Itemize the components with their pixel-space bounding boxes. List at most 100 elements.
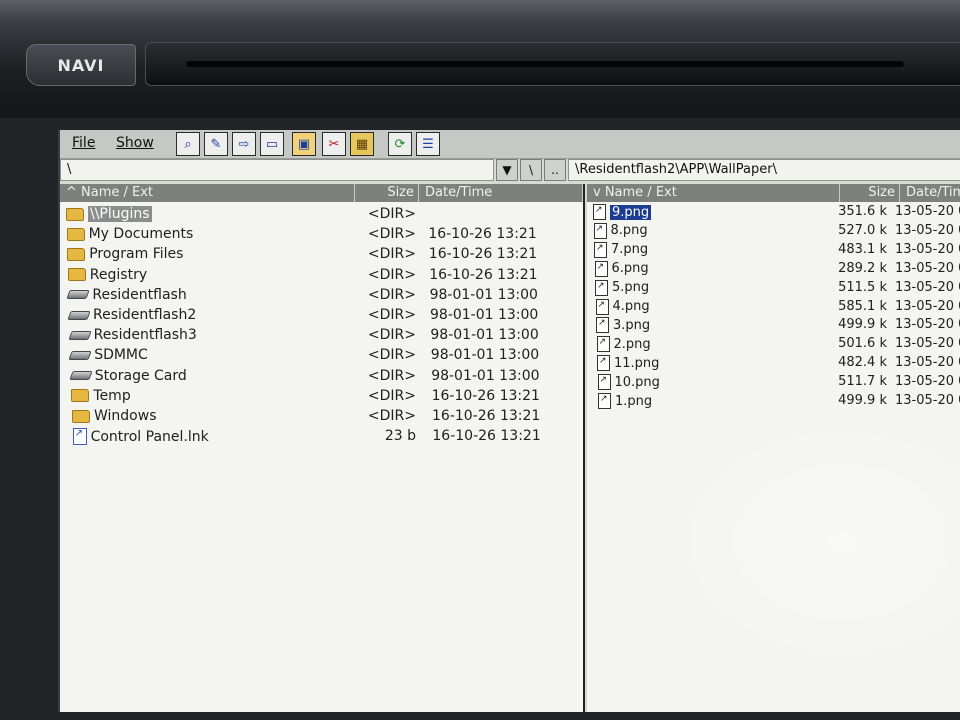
file-name: Program Files: [89, 246, 184, 263]
table-row[interactable]: \\Plugins <DIR>: [60, 206, 583, 225]
up-button[interactable]: ..: [544, 159, 566, 181]
table-row[interactable]: SDMMC <DIR> 98-01-01 13:00: [60, 347, 583, 366]
file-name-cell: Residentflash: [66, 287, 187, 303]
drive-icon: [67, 330, 92, 340]
file-size: <DIR>: [367, 347, 416, 364]
folder-icon: [72, 409, 90, 423]
left-path-field[interactable]: \: [60, 159, 494, 181]
file-date: 13-05-20 00: [895, 241, 960, 257]
root-button[interactable]: \: [520, 159, 542, 181]
file-date: 13-05-20 00: [895, 298, 960, 314]
file-name: 10.png: [614, 374, 660, 390]
file-size: <DIR>: [367, 367, 416, 384]
file-date: 16-10-26 13:21: [428, 226, 537, 243]
table-row[interactable]: 9.png 351.6 k 13-05-20 00: [587, 204, 960, 223]
file-name: My Documents: [88, 226, 194, 243]
file-date: 13-05-20 00: [895, 393, 960, 408]
file-size: <DIR>: [367, 327, 416, 344]
file-date: 13-05-20 00: [895, 374, 960, 390]
file-size: 511.5 k: [838, 279, 887, 295]
file-name-cell: My Documents: [66, 226, 194, 243]
folder-icon: [71, 389, 90, 403]
file-name: 2.png: [613, 336, 651, 352]
drive-icon: [68, 350, 92, 360]
menu-show[interactable]: Show: [116, 135, 154, 151]
image-file-icon: [596, 317, 609, 334]
table-row[interactable]: Residentflash3 <DIR> 98-01-01 13:00: [60, 327, 583, 346]
left-header-name[interactable]: ^ Name / Ext: [60, 184, 355, 202]
table-row[interactable]: Storage Card <DIR> 98-01-01 13:00: [60, 368, 583, 387]
table-row[interactable]: 4.png 585.1 k 13-05-20 00: [587, 298, 960, 318]
image-file-icon: [597, 355, 610, 372]
left-header-size[interactable]: Size: [355, 184, 419, 202]
right-header-name[interactable]: v Name / Ext: [587, 184, 840, 202]
table-row[interactable]: Registry <DIR> 16-10-26 13:21: [60, 267, 583, 286]
table-row[interactable]: Residentflash2 <DIR> 98-01-01 13:00: [60, 307, 583, 326]
right-path-field[interactable]: \Residentflash2\APP\WallPaper\: [568, 159, 960, 181]
folder-icon: [66, 227, 85, 241]
folder-icon: [67, 247, 86, 261]
table-row[interactable]: 7.png 483.1 k 13-05-20 00: [587, 241, 960, 261]
file-size: 23 b: [384, 428, 416, 445]
menu-file[interactable]: File: [72, 135, 95, 151]
navi-hardware-button[interactable]: NAVI: [26, 44, 136, 86]
table-row[interactable]: 1.png 499.9 k 13-05-20 00: [587, 393, 960, 412]
file-date: 16-10-26 13:21: [432, 408, 541, 424]
table-row[interactable]: Program Files <DIR> 16-10-26 13:21: [60, 246, 583, 265]
table-row[interactable]: My Documents <DIR> 16-10-26 13:21: [60, 226, 583, 245]
left-header-date[interactable]: Date/Time: [419, 184, 583, 202]
file-name: 6.png: [611, 261, 649, 277]
file-name-cell: Control Panel.lnk: [72, 428, 209, 446]
right-file-panel[interactable]: v Name / Ext Size Date/Time 9.png 351.6 k…: [587, 184, 960, 712]
refresh-icon[interactable]: ⟳: [388, 132, 412, 156]
table-row[interactable]: 8.png 527.0 k 13-05-20 00: [587, 222, 960, 242]
right-header-size[interactable]: Size: [840, 184, 900, 202]
file-size: 499.9 k: [838, 393, 887, 408]
file-name-cell: Program Files: [67, 246, 183, 262]
properties-icon[interactable]: ☰: [416, 132, 440, 156]
file-name: \\Plugins: [88, 206, 152, 222]
edit-icon[interactable]: ✎: [204, 132, 228, 156]
table-row[interactable]: Control Panel.lnk 23 b 16-10-26 13:21: [60, 428, 583, 447]
file-size: 351.6 k: [838, 204, 887, 219]
table-row[interactable]: 11.png 482.4 k 13-05-20 00: [587, 355, 960, 374]
cut-icon[interactable]: ✂: [322, 132, 346, 156]
right-header-date[interactable]: Date/Time: [900, 184, 960, 202]
file-size: 585.1 k: [838, 298, 887, 314]
file-name-cell: 10.png: [597, 374, 660, 391]
find-icon[interactable]: ⌕: [176, 132, 200, 156]
file-size: <DIR>: [367, 286, 416, 303]
new-folder-icon[interactable]: ▣: [292, 132, 316, 156]
file-name-cell: 11.png: [597, 355, 659, 372]
table-row[interactable]: 2.png 501.6 k 13-05-20 00: [587, 336, 960, 355]
image-file-icon: [593, 222, 607, 239]
table-row[interactable]: Windows <DIR> 16-10-26 13:21: [60, 408, 583, 427]
left-file-panel[interactable]: ^ Name / Ext Size Date/Time \\Plugins <DI…: [60, 184, 585, 712]
table-row[interactable]: 5.png 511.5 k 13-05-20 00: [587, 279, 960, 299]
folder-icon: [66, 207, 84, 221]
table-row[interactable]: 10.png 511.7 k 13-05-20 00: [587, 374, 960, 393]
file-name: Temp: [93, 387, 131, 404]
move-icon[interactable]: ⇨: [232, 132, 256, 156]
file-name: 9.png: [610, 204, 652, 220]
table-row[interactable]: 3.png 499.9 k 13-05-20 00: [587, 317, 960, 336]
image-file-icon: [593, 204, 606, 220]
image-file-icon: [594, 260, 608, 277]
image-file-icon: [595, 279, 608, 296]
file-size: <DIR>: [367, 246, 416, 263]
file-name-cell: 5.png: [595, 279, 650, 296]
file-name-cell: Registry: [67, 267, 147, 283]
file-name-cell: Storage Card: [69, 368, 187, 384]
table-row[interactable]: Temp <DIR> 16-10-26 13:21: [60, 388, 583, 407]
file-date: 13-05-20 00: [895, 355, 960, 371]
path-dropdown-button[interactable]: ▼: [496, 159, 518, 181]
table-row[interactable]: Residentflash <DIR> 98-01-01 13:00: [60, 287, 583, 306]
file-name: Control Panel.lnk: [90, 428, 209, 445]
grid-icon[interactable]: ▦: [350, 132, 374, 156]
table-row[interactable]: 6.png 289.2 k 13-05-20 00: [587, 260, 960, 280]
file-name: 5.png: [612, 280, 650, 296]
file-name-cell: 9.png: [593, 204, 652, 220]
file-size: <DIR>: [367, 408, 416, 424]
file-name: 4.png: [612, 299, 650, 314]
delete-icon[interactable]: ▭: [260, 132, 284, 156]
